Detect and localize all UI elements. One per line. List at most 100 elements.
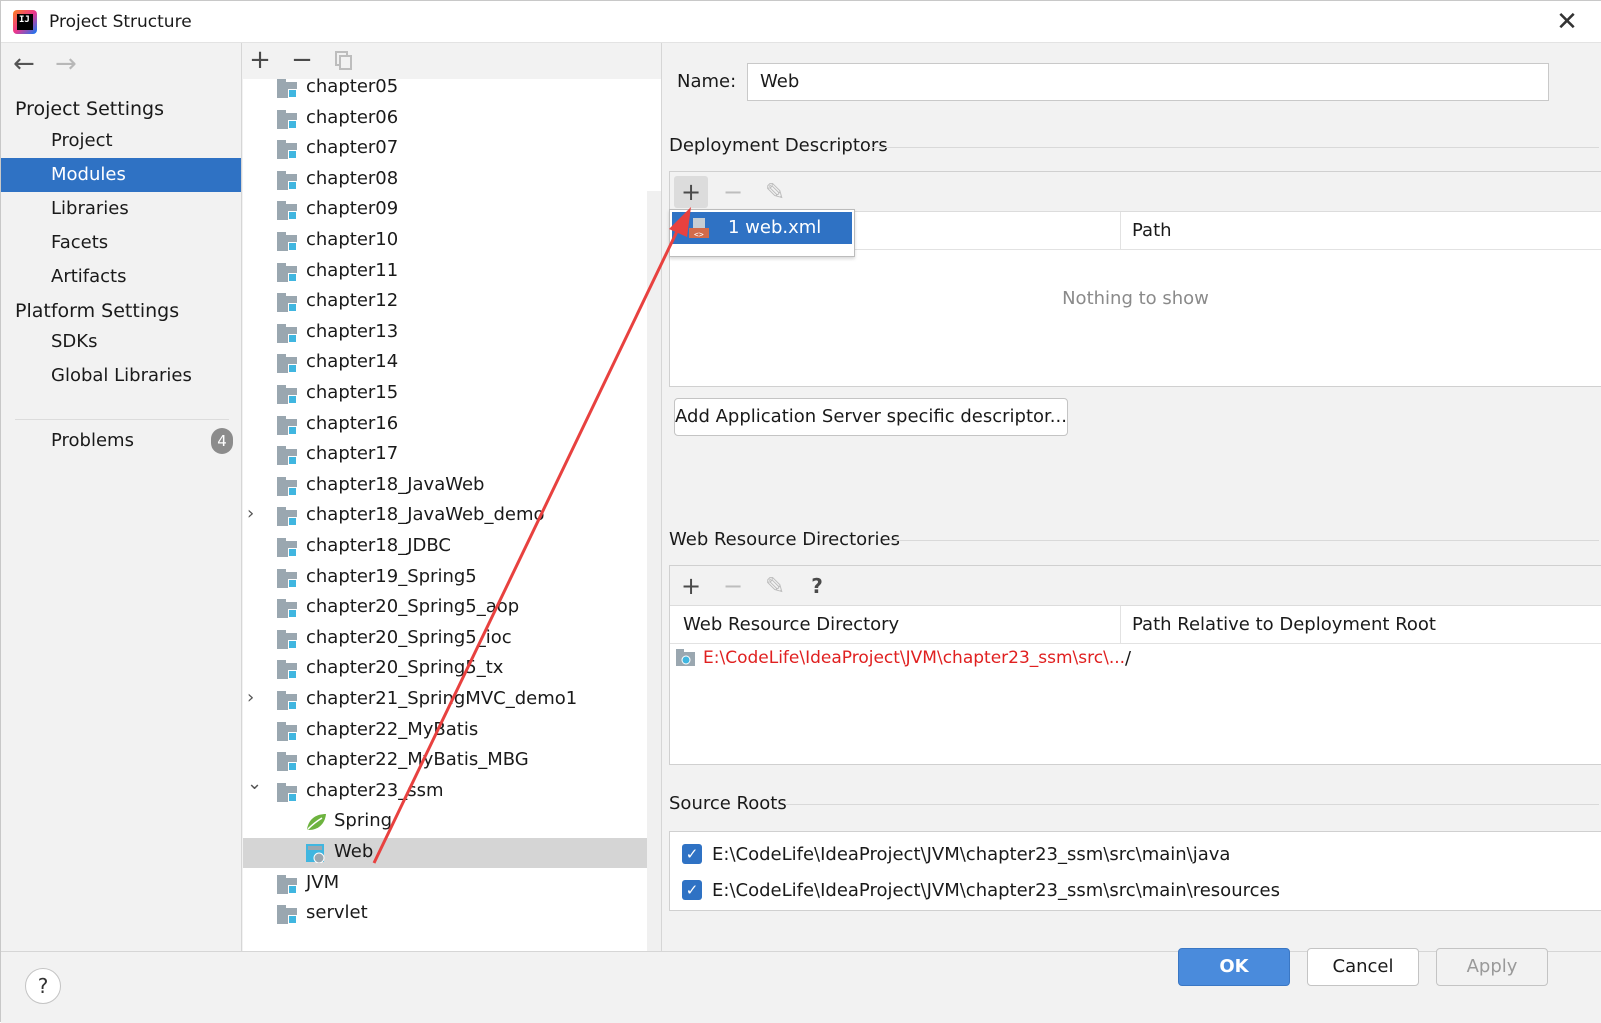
tree-row[interactable]: chapter18_JDBC — [243, 532, 647, 562]
popup-item-web-xml[interactable]: <> 1 web.xml — [672, 212, 852, 244]
tree-row-label: chapter20_Spring5_tx — [306, 657, 504, 679]
tree-row-label: Web — [334, 841, 374, 862]
project-structure-dialog: IJ Project Structure ✕ ← → Project Setti… — [0, 0, 1601, 1023]
tree-row-label: chapter15 — [306, 382, 399, 403]
column-separator — [1120, 606, 1121, 644]
dd-empty-text: Nothing to show — [1062, 288, 1209, 309]
tree-row[interactable]: chapter12 — [243, 287, 647, 317]
checkbox-checked-icon[interactable]: ✓ — [682, 844, 702, 864]
tree-row[interactable]: Web — [243, 838, 647, 868]
sidebar-item-global-libraries[interactable]: Global Libraries — [1, 359, 241, 393]
wr-path-column: Path Relative to Deployment Root — [1132, 614, 1436, 635]
sidebar-divider — [15, 419, 229, 420]
module-folder-icon — [277, 109, 299, 129]
web-facet-icon — [306, 844, 325, 863]
sidebar-item-sdks[interactable]: SDKs — [1, 325, 241, 359]
tree-row[interactable]: chapter20_Spring5_aop — [243, 593, 647, 623]
tree-row[interactable]: chapter20_Spring5_ioc — [243, 624, 647, 654]
sidebar-item-modules[interactable]: Modules — [1, 158, 241, 192]
copy-icon[interactable] — [335, 51, 353, 71]
tree-row-label: JVM — [306, 871, 340, 893]
tree-row[interactable]: chapter22_MyBatis — [243, 716, 647, 746]
sidebar-item-artifacts[interactable]: Artifacts — [1, 260, 241, 294]
sidebar-item-project[interactable]: Project — [1, 124, 241, 158]
title-bar: IJ Project Structure ✕ — [1, 1, 1601, 43]
tree-row[interactable]: chapter13 — [243, 318, 647, 348]
module-tree: + − chapter05 chapter06 chapter07 chapter08… — [243, 43, 662, 951]
tree-row[interactable]: chapter17 — [243, 440, 647, 470]
intellij-logo-icon: IJ — [13, 10, 37, 34]
chevron-down-icon[interactable]: ⌄ — [247, 773, 262, 794]
forward-arrow-icon[interactable]: → — [55, 49, 77, 79]
sidebar-item-problems[interactable]: Problems — [1, 424, 241, 458]
tree-row[interactable]: chapter11 — [243, 257, 647, 287]
list-item[interactable]: ✓ E:\CodeLife\IdeaProject\JVM\chapter23_… — [670, 874, 1601, 906]
remove-web-resource-button[interactable]: − — [716, 570, 750, 602]
remove-descriptor-button[interactable]: − — [716, 176, 750, 208]
tree-row[interactable]: chapter18_JavaWeb — [243, 471, 647, 501]
section-divider — [885, 540, 1599, 541]
name-field[interactable]: Web — [747, 63, 1549, 101]
web-facet-panel: Name: Web Deployment Descriptors + − ✎ P… — [663, 43, 1601, 951]
problems-count-badge: 4 — [211, 428, 233, 454]
tree-row[interactable]: chapter07 — [243, 134, 647, 164]
close-icon[interactable]: ✕ — [1552, 7, 1582, 37]
edit-pencil-icon[interactable]: ✎ — [758, 570, 792, 602]
help-button[interactable]: ? — [25, 968, 61, 1004]
section-divider — [785, 804, 1599, 805]
module-folder-icon — [277, 721, 299, 741]
add-module-button[interactable]: + — [245, 45, 275, 75]
tree-row-label: chapter22_MyBatis_MBG — [306, 749, 529, 771]
module-folder-icon — [277, 293, 299, 313]
edit-pencil-icon[interactable]: ✎ — [758, 176, 792, 208]
checkbox-checked-icon[interactable]: ✓ — [682, 880, 702, 900]
tree-row-label: chapter18_JavaWeb — [306, 473, 485, 495]
add-web-resource-button[interactable]: + — [674, 570, 708, 602]
tree-row[interactable]: ⌄ chapter23_ssm — [243, 773, 647, 807]
chevron-right-icon[interactable]: › — [247, 503, 254, 524]
tree-row[interactable]: Spring — [243, 807, 647, 837]
tree-row[interactable]: › chapter18_JavaWeb_demo — [243, 501, 647, 531]
sidebar-item-libraries[interactable]: Libraries — [1, 192, 241, 226]
dialog-footer: ? OK Cancel Apply — [1, 948, 1601, 1023]
tree-scrollbar-track[interactable] — [647, 191, 661, 951]
section-divider — [869, 147, 1599, 148]
source-root-path: E:\CodeLife\IdeaProject\JVM\chapter23_ss… — [712, 844, 1231, 865]
tree-row[interactable]: chapter06 — [243, 104, 647, 134]
table-row[interactable]: E:\CodeLife\IdeaProject\JVM\chapter23_ss… — [670, 644, 1601, 674]
tree-row[interactable]: chapter14 — [243, 348, 647, 378]
wr-toolbar: + − ✎ ? — [670, 566, 1601, 606]
sidebar-item-facets[interactable]: Facets — [1, 226, 241, 260]
add-descriptor-button[interactable]: + — [674, 176, 708, 208]
tree-row[interactable]: JVM — [243, 869, 647, 899]
module-folder-icon — [277, 538, 299, 557]
cancel-button[interactable]: Cancel — [1307, 948, 1419, 986]
tree-row[interactable]: chapter16 — [243, 410, 647, 440]
tree-row[interactable]: chapter08 — [243, 165, 647, 195]
web-resource-directories-heading: Web Resource Directories — [669, 529, 900, 550]
remove-module-button[interactable]: − — [287, 45, 317, 75]
tree-row[interactable]: chapter05 — [243, 73, 647, 103]
tree-row[interactable]: › chapter21_SpringMVC_demo1 — [243, 685, 647, 715]
wr-column-header: Web Resource Directory Path Relative to … — [670, 606, 1601, 644]
tree-row-label: chapter13 — [306, 320, 399, 342]
tree-row[interactable]: chapter19_Spring5 — [243, 563, 647, 593]
tree-row[interactable]: chapter22_MyBatis_MBG — [243, 746, 647, 776]
back-arrow-icon[interactable]: ← — [13, 49, 35, 79]
tree-row-label: Spring — [334, 810, 393, 832]
apply-button[interactable]: Apply — [1436, 948, 1548, 986]
tree-row[interactable]: chapter09 — [243, 195, 647, 225]
ok-button[interactable]: OK — [1178, 948, 1290, 986]
dd-toolbar: + − ✎ — [670, 172, 1601, 212]
chevron-right-icon[interactable]: › — [247, 687, 254, 708]
list-item[interactable]: ✓ E:\CodeLife\IdeaProject\JVM\chapter23_… — [670, 838, 1601, 870]
tree-row[interactable]: chapter10 — [243, 226, 647, 256]
tree-row[interactable]: servlet — [243, 899, 647, 929]
module-folder-icon — [277, 568, 299, 588]
add-server-descriptor-button[interactable]: Add Application Server specific descript… — [674, 398, 1068, 436]
tree-row[interactable]: chapter15 — [243, 379, 647, 409]
source-roots-list: ✓ E:\CodeLife\IdeaProject\JVM\chapter23_… — [669, 831, 1601, 911]
tree-row[interactable]: chapter20_Spring5_tx — [243, 654, 647, 684]
help-question-icon[interactable]: ? — [800, 570, 834, 602]
module-folder-icon — [277, 415, 299, 435]
